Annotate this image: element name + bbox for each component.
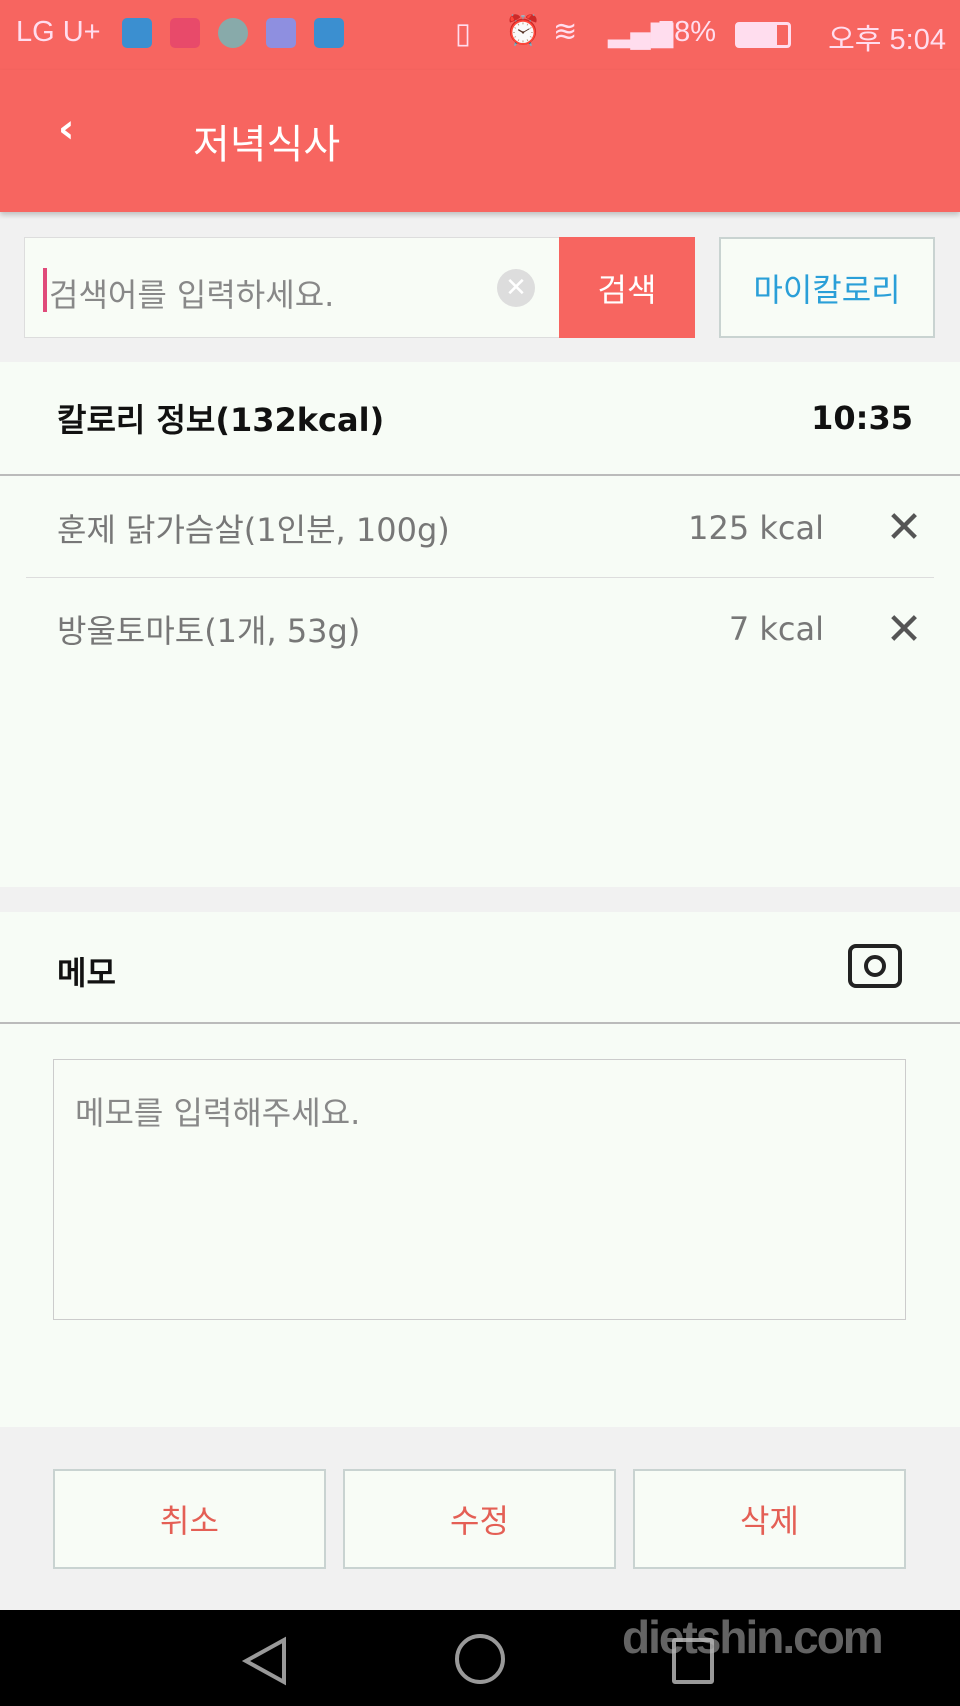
calorie-section: 칼로리 정보(132kcal) 10:35 훈제 닭가슴살(1인분, 100g)… — [0, 362, 960, 887]
divider — [0, 1022, 960, 1024]
meal-time[interactable]: 10:35 — [811, 399, 913, 437]
page-title: 저녁식사 — [193, 122, 341, 168]
close-icon[interactable]: ✕ — [874, 502, 934, 553]
app-bar: ‹ 저녁식사 — [0, 70, 960, 212]
avatar-icon — [218, 18, 248, 48]
carrier: LG U+ — [16, 16, 101, 48]
status-bar: LG U+ ▯ ⏰ ≋ ▂▄▆ 78% 오후 5:04 — [0, 0, 960, 70]
memo-title: 메모 — [57, 954, 116, 992]
watermark: dietshin.com — [622, 1611, 884, 1663]
memo-textarea[interactable]: 메모를 입력해주세요. — [53, 1059, 906, 1320]
battery-app-icon — [170, 18, 200, 48]
food-kcal: 7 kcal — [728, 610, 824, 648]
food-item[interactable]: 방울토마토(1개, 53g) 7 kcal ✕ — [26, 579, 934, 679]
alarm-icon: ⏰ — [505, 15, 542, 47]
cancel-button[interactable]: 취소 — [53, 1469, 326, 1569]
back-nav-icon[interactable] — [240, 1636, 290, 1686]
calorie-title: 칼로리 정보(132kcal) — [57, 401, 385, 439]
food-item[interactable]: 훈제 닭가슴살(1인분, 100g) 125 kcal ✕ — [26, 478, 934, 578]
battery-percent: 78% — [658, 16, 717, 48]
food-name: 훈제 닭가슴살(1인분, 100g) — [57, 510, 450, 549]
my-calorie-button[interactable]: 마이칼로리 — [719, 237, 935, 338]
health-app-icon — [122, 18, 152, 48]
battery-icon — [735, 22, 791, 48]
twitter-icon — [314, 18, 344, 48]
camera-icon[interactable] — [848, 944, 902, 988]
chevron-left-icon[interactable]: ‹ — [58, 106, 74, 152]
vibrate-icon: ▯ — [455, 18, 471, 50]
search-input[interactable]: 검색어를 입력하세요. ✕ — [24, 237, 559, 338]
delete-button[interactable]: 삭제 — [633, 1469, 906, 1569]
clock: 오후 5:04 — [828, 24, 946, 56]
clear-icon[interactable]: ✕ — [497, 269, 535, 307]
text-cursor — [43, 268, 47, 312]
home-nav-icon[interactable] — [455, 1634, 505, 1684]
food-name: 방울토마토(1개, 53g) — [57, 612, 361, 650]
divider — [0, 474, 960, 476]
close-icon[interactable]: ✕ — [874, 604, 934, 655]
search-placeholder: 검색어를 입력하세요. — [49, 276, 335, 314]
edit-button[interactable]: 수정 — [343, 1469, 616, 1569]
wifi-icon: ≋ — [553, 16, 578, 48]
search-button[interactable]: 검색 — [559, 237, 695, 338]
food-kcal: 125 kcal — [688, 508, 824, 547]
memo-section: 메모 메모를 입력해주세요. — [0, 912, 960, 1427]
memo-placeholder: 메모를 입력해주세요. — [75, 1094, 361, 1132]
wifi-app-icon — [266, 18, 296, 48]
